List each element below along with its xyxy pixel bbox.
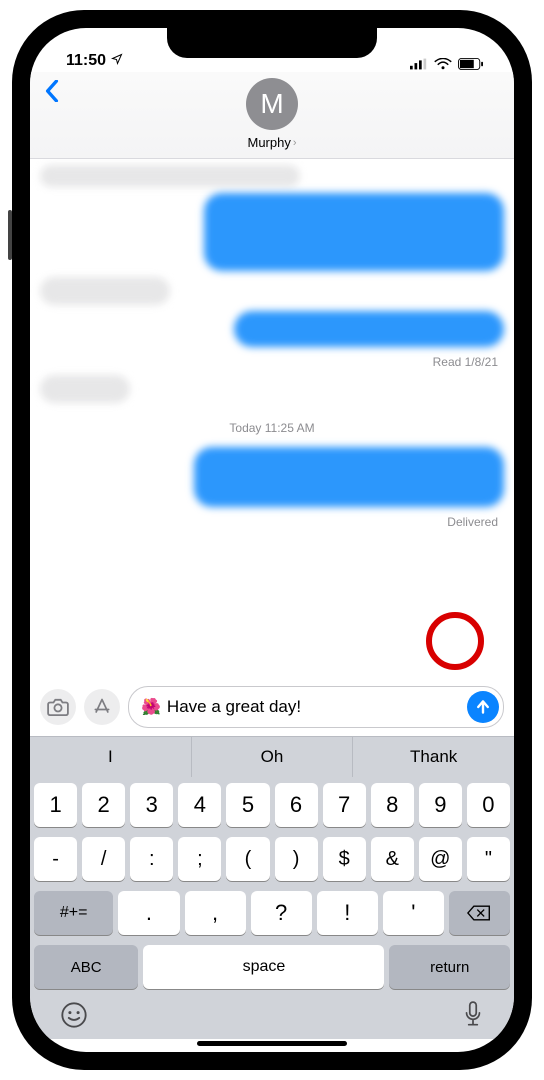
key-delete[interactable] (449, 891, 510, 935)
keyboard-row-1: 1 2 3 4 5 6 7 8 9 0 (34, 783, 510, 827)
keyboard-row-4: ABC space return (34, 945, 510, 989)
arrow-up-icon (475, 699, 491, 715)
key-comma[interactable]: , (185, 891, 246, 935)
key-semi[interactable]: ; (178, 837, 221, 881)
notch (167, 28, 377, 58)
back-button[interactable] (44, 80, 60, 107)
key-amp[interactable]: & (371, 837, 414, 881)
camera-icon (47, 698, 69, 716)
emoji-content: 🌺 (141, 697, 161, 717)
timestamp-label: Today 11:25 AM (40, 421, 504, 435)
screen: 11:50 M Murphy › ████████████ ██████████ (30, 28, 514, 1052)
key-period[interactable]: . (118, 891, 179, 935)
message-input-wrapper[interactable]: 🌺 (128, 686, 504, 728)
key-0[interactable]: 0 (467, 783, 510, 827)
key-3[interactable]: 3 (130, 783, 173, 827)
key-dollar[interactable]: $ (323, 837, 366, 881)
emoji-keyboard-icon[interactable] (60, 1001, 88, 1029)
keyboard-row-2: - / : ; ( ) $ & @ " (34, 837, 510, 881)
camera-button[interactable] (40, 689, 76, 725)
key-2[interactable]: 2 (82, 783, 125, 827)
key-apos[interactable]: ' (383, 891, 444, 935)
sent-message[interactable]: ████████████████████ (194, 447, 504, 507)
key-dash[interactable]: - (34, 837, 77, 881)
message-input[interactable] (167, 697, 461, 717)
received-message[interactable]: ████ (40, 375, 130, 403)
suggestion-0[interactable]: I (30, 737, 192, 777)
received-message[interactable]: ████████████ (40, 165, 300, 187)
chevron-right-icon: › (293, 137, 297, 149)
delivered-label: Delivered (447, 515, 498, 529)
key-7[interactable]: 7 (323, 783, 366, 827)
cellular-icon (410, 58, 428, 70)
contact-name-button[interactable]: Murphy › (247, 135, 296, 150)
key-rparen[interactable]: ) (275, 837, 318, 881)
key-4[interactable]: 4 (178, 783, 221, 827)
key-6[interactable]: 6 (275, 783, 318, 827)
key-8[interactable]: 8 (371, 783, 414, 827)
key-abc[interactable]: ABC (34, 945, 138, 989)
key-5[interactable]: 5 (226, 783, 269, 827)
key-1[interactable]: 1 (34, 783, 77, 827)
sent-message[interactable]: ████████████████ (204, 193, 504, 271)
read-receipt: Read 1/8/21 (433, 355, 498, 369)
key-return[interactable]: return (389, 945, 510, 989)
key-colon[interactable]: : (130, 837, 173, 881)
phone-frame: 11:50 M Murphy › ████████████ ██████████ (12, 10, 532, 1070)
contact-name-label: Murphy (247, 135, 290, 150)
key-lparen[interactable]: ( (226, 837, 269, 881)
compose-bar: 🌺 (30, 680, 514, 736)
sent-message[interactable]: ████████████ (234, 311, 504, 347)
message-thread[interactable]: ████████████ ████████████████ ██ ████ ██… (30, 159, 514, 680)
suggestion-1[interactable]: Oh (192, 737, 354, 777)
key-excl[interactable]: ! (317, 891, 378, 935)
apps-button[interactable] (84, 689, 120, 725)
key-quote[interactable]: " (467, 837, 510, 881)
suggestion-2[interactable]: Thank (353, 737, 514, 777)
battery-icon (458, 58, 484, 70)
location-icon (111, 53, 123, 65)
key-9[interactable]: 9 (419, 783, 462, 827)
dictation-icon[interactable] (462, 1001, 484, 1029)
home-indicator[interactable] (197, 1041, 347, 1046)
key-symbols[interactable]: #+= (34, 891, 113, 935)
key-at[interactable]: @ (419, 837, 462, 881)
received-message[interactable]: ██ ████ (40, 277, 170, 305)
conversation-header: M Murphy › (30, 72, 514, 159)
appstore-icon (92, 697, 112, 717)
wifi-icon (434, 58, 452, 70)
keyboard-row-3: #+= . , ? ! ' (34, 891, 510, 935)
quicktype-bar: I Oh Thank (30, 736, 514, 777)
keyboard-bottom (34, 999, 510, 1033)
contact-avatar[interactable]: M (246, 78, 298, 130)
send-button[interactable] (467, 691, 499, 723)
status-time: 11:50 (66, 52, 123, 70)
keyboard: 1 2 3 4 5 6 7 8 9 0 - / : ; ( ) $ & @ (30, 777, 514, 1039)
chevron-left-icon (44, 80, 60, 102)
key-slash[interactable]: / (82, 837, 125, 881)
key-qmark[interactable]: ? (251, 891, 312, 935)
key-space[interactable]: space (143, 945, 384, 989)
delete-icon (467, 904, 491, 922)
